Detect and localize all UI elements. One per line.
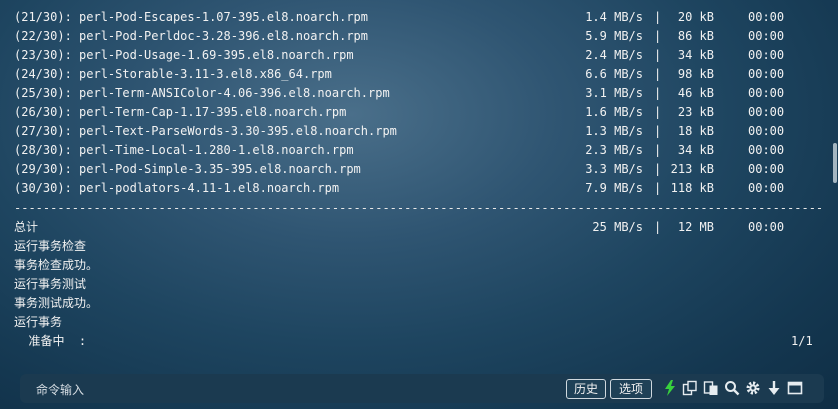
package-name: (27/30): perl-Text-ParseWords-3.30-395.e… [14,124,397,138]
column-divider: | [654,48,662,62]
package-name: (24/30): perl-Storable-3.11-3.el8.x86_64… [14,67,332,81]
preparing-progress: 1/1 [791,334,813,348]
column-divider: | [654,124,662,138]
download-size: 20 kB [670,10,714,24]
download-speed: 5.9 MB/s [585,29,643,43]
download-speed: 1.4 MB/s [585,10,643,24]
paste-icon[interactable] [703,380,719,396]
download-size: 86 kB [670,29,714,43]
download-time: 00:00 [748,181,785,195]
column-divider: | [654,67,662,81]
download-speed: 2.4 MB/s [585,48,643,62]
download-size: 46 kB [670,86,714,100]
window-icon[interactable] [787,380,803,396]
package-name: (28/30): perl-Time-Local-1.280-1.el8.noa… [14,143,354,157]
download-time: 00:00 [748,29,785,43]
download-row: (30/30): perl-podlators-4.11-1.el8.noarc… [0,179,838,198]
terminal-output: (21/30): perl-Pod-Escapes-1.07-395.el8.n… [0,0,838,370]
total-time: 00:00 [748,220,785,234]
download-time: 00:00 [748,86,785,100]
download-size: 34 kB [670,48,714,62]
package-name: (30/30): perl-podlators-4.11-1.el8.noarc… [14,181,340,195]
arrow-down-icon[interactable] [766,380,782,396]
status-message: 运行事务检查 [14,239,87,253]
download-speed: 6.6 MB/s [585,67,643,81]
download-time: 00:00 [748,67,785,81]
gear-icon[interactable] [745,380,761,396]
separator-line: ----------------------------------------… [14,201,824,215]
download-row: (24/30): perl-Storable-3.11-3.el8.x86_64… [0,65,838,84]
preparing-row: 准备中 : 1/1 [0,332,838,351]
total-speed: 25 MB/s [592,220,643,234]
scrollbar-thumb[interactable] [833,143,837,183]
download-row: (29/30): perl-Pod-Simple-3.35-395.el8.no… [0,160,838,179]
download-size: 23 kB [670,105,714,119]
download-row: (28/30): perl-Time-Local-1.280-1.el8.noa… [0,141,838,160]
download-size: 118 kB [670,181,714,195]
options-button[interactable]: 选项 [610,379,652,399]
search-icon[interactable] [724,380,740,396]
total-row: 总计 25 MB/s | 12 MB 00:00 [0,218,838,237]
column-divider: | [654,29,662,43]
status-message: 事务检查成功。 [14,258,99,272]
download-time: 00:00 [748,143,785,157]
history-button[interactable]: 历史 [566,379,606,399]
column-divider: | [654,86,662,100]
download-row: (27/30): perl-Text-ParseWords-3.30-395.e… [0,122,838,141]
package-name: (26/30): perl-Term-Cap-1.17-395.el8.noar… [14,105,347,119]
copy-icon[interactable] [682,380,698,396]
column-divider: | [654,181,662,195]
package-name: (23/30): perl-Pod-Usage-1.69-395.el8.noa… [14,48,354,62]
package-name: (21/30): perl-Pod-Escapes-1.07-395.el8.n… [14,10,369,24]
download-time: 00:00 [748,105,785,119]
download-row: (25/30): perl-Term-ANSIColor-4.06-396.el… [0,84,838,103]
download-size: 34 kB [670,143,714,157]
download-row: (21/30): perl-Pod-Escapes-1.07-395.el8.n… [0,8,838,27]
status-message: 事务测试成功。 [14,296,99,310]
download-time: 00:00 [748,10,785,24]
column-divider: | [654,105,662,119]
column-divider: | [654,220,662,234]
column-divider: | [654,162,662,176]
download-speed: 3.1 MB/s [585,86,643,100]
preparing-label: 准备中 : [14,334,87,348]
download-speed: 2.3 MB/s [585,143,643,157]
command-input[interactable]: 命令输入 [36,381,84,398]
download-time: 00:00 [748,48,785,62]
package-name: (29/30): perl-Pod-Simple-3.35-395.el8.no… [14,162,361,176]
download-time: 00:00 [748,162,785,176]
total-size: 12 MB [670,220,714,234]
download-row: (22/30): perl-Pod-Perldoc-3.28-396.el8.n… [0,27,838,46]
total-label: 总计 [14,220,39,234]
download-speed: 7.9 MB/s [585,181,643,195]
download-row: (23/30): perl-Pod-Usage-1.69-395.el8.noa… [0,46,838,65]
column-divider: | [654,143,662,157]
download-speed: 1.3 MB/s [585,124,643,138]
package-name: (25/30): perl-Term-ANSIColor-4.06-396.el… [14,86,390,100]
status-message: 运行事务 [14,315,63,329]
download-size: 98 kB [670,67,714,81]
status-message: 运行事务测试 [14,277,87,291]
download-speed: 3.3 MB/s [585,162,643,176]
download-time: 00:00 [748,124,785,138]
package-name: (22/30): perl-Pod-Perldoc-3.28-396.el8.n… [14,29,369,43]
download-speed: 1.6 MB/s [585,105,643,119]
download-row: (26/30): perl-Term-Cap-1.17-395.el8.noar… [0,103,838,122]
lightning-icon[interactable] [662,380,678,396]
command-bar: 命令输入 历史 选项 [20,374,824,403]
download-size: 18 kB [670,124,714,138]
column-divider: | [654,10,662,24]
download-size: 213 kB [670,162,714,176]
